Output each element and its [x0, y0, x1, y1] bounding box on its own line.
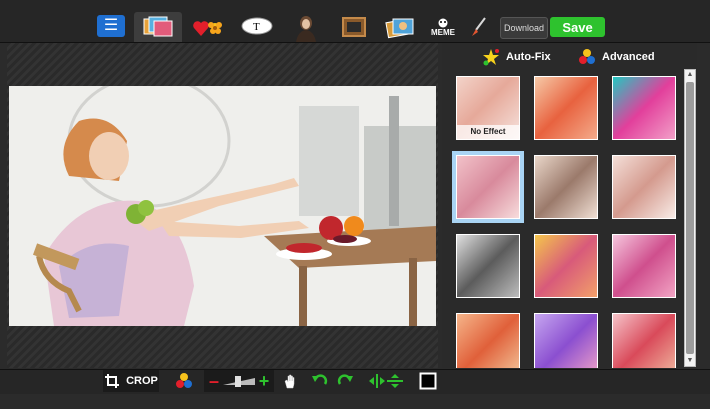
brush-button[interactable] [468, 14, 490, 40]
zoom-in-icon[interactable]: + [257, 371, 271, 392]
meme-button[interactable]: MEME [430, 14, 456, 40]
effect-thumb-fade[interactable] [612, 155, 676, 219]
menu-button[interactable]: ☰ [97, 15, 125, 37]
filters-icon [143, 16, 173, 37]
photo-image [9, 86, 436, 326]
canvas-area [7, 43, 438, 368]
crop-label: CROP [126, 375, 158, 387]
photo-canvas[interactable] [9, 86, 436, 326]
speech-bubble-icon: T [241, 17, 273, 35]
adjust-colors-button[interactable] [174, 370, 194, 392]
flip-controls [366, 370, 406, 392]
effect-thumb-no-effect[interactable]: No Effect [456, 76, 520, 140]
brush-icon [472, 17, 486, 36]
rotate-left-icon [312, 374, 328, 385]
download-label: Download [503, 23, 545, 33]
person-icon [296, 16, 316, 42]
star-sparkle-icon [483, 49, 499, 66]
effect-thumb-warm[interactable] [534, 76, 598, 140]
effect-thumb-red[interactable] [612, 313, 676, 368]
svg-text:T: T [253, 21, 260, 33]
meme-face-icon [438, 18, 448, 27]
advanced-button[interactable]: Advanced [578, 48, 655, 66]
advanced-label: Advanced [602, 51, 655, 63]
collage-button[interactable] [290, 14, 322, 42]
autofix-label: Auto-Fix [506, 51, 551, 63]
background-button[interactable] [418, 370, 438, 392]
save-button[interactable]: Save [550, 17, 605, 37]
thumbnails-scrollbar[interactable]: ▲ ▼ [684, 69, 696, 367]
effect-thumb-pink[interactable] [612, 234, 676, 298]
scrollbar-thumb[interactable] [686, 82, 694, 354]
effect-thumb-orange[interactable] [456, 313, 520, 368]
photos-button[interactable] [385, 14, 415, 40]
decorations-button[interactable] [192, 14, 224, 40]
effect-thumb-purple[interactable] [534, 313, 598, 368]
panel-header: Auto-Fix Advanced [442, 43, 697, 71]
effect-thumbnails: No Effect [452, 73, 682, 368]
save-label: Save [562, 19, 593, 35]
hearts-flower-icon [193, 21, 222, 36]
meme-label: MEME [431, 27, 455, 37]
effect-thumb-cross[interactable] [612, 76, 676, 140]
flip-vertical-icon[interactable] [386, 373, 404, 389]
crop-icon [105, 374, 120, 388]
crop-button[interactable]: CROP [103, 370, 159, 392]
download-button[interactable]: Download [500, 17, 548, 39]
rotate-left-button[interactable] [310, 370, 330, 392]
frame-icon [342, 17, 366, 37]
zoom-control: – + [204, 370, 274, 392]
color-circles-icon [579, 49, 595, 64]
effects-panel: Auto-Fix Advanced No Effect [442, 43, 697, 368]
text-tool-button[interactable]: T [240, 14, 274, 40]
autofix-button[interactable]: Auto-Fix [482, 48, 551, 66]
photos-icon [385, 18, 414, 39]
effect-thumb-soft-selected[interactable] [452, 151, 524, 223]
filters-tab[interactable] [134, 12, 182, 42]
scroll-up-icon[interactable]: ▲ [686, 71, 694, 79]
zoom-slider-handle[interactable] [235, 376, 241, 387]
pan-button[interactable] [282, 370, 300, 392]
rotate-right-button[interactable] [335, 370, 355, 392]
zoom-slider[interactable] [221, 374, 257, 388]
no-effect-label: No Effect [457, 125, 519, 139]
scroll-down-icon[interactable]: ▼ [686, 357, 694, 365]
effect-thumb-bw[interactable] [456, 234, 520, 298]
zoom-out-icon[interactable]: – [207, 371, 221, 392]
effect-thumb-sunset[interactable] [534, 234, 598, 298]
effect-thumb-vintage[interactable] [534, 155, 598, 219]
flip-horizontal-icon[interactable] [368, 373, 386, 389]
square-frame-icon [419, 372, 437, 390]
hand-icon [284, 374, 295, 389]
hamburger-icon: ☰ [103, 17, 119, 34]
rotate-right-icon [337, 374, 353, 385]
color-circles-icon [176, 373, 192, 388]
frames-button[interactable] [340, 14, 368, 40]
